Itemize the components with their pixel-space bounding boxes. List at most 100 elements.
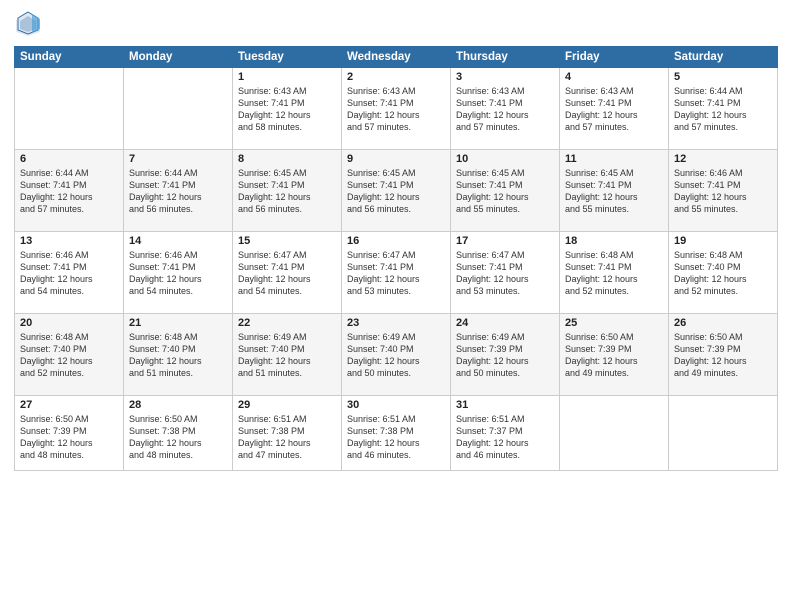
day-number: 16 <box>347 235 445 247</box>
day-info: Sunrise: 6:47 AM Sunset: 7:41 PM Dayligh… <box>347 249 445 298</box>
calendar-cell: 31 Sunrise: 6:51 AM Sunset: 7:37 PM Dayli… <box>451 396 560 471</box>
calendar-cell: 7 Sunrise: 6:44 AM Sunset: 7:41 PM Daylig… <box>124 150 233 232</box>
day-number: 8 <box>238 153 336 165</box>
day-info: Sunrise: 6:49 AM Sunset: 7:40 PM Dayligh… <box>347 331 445 380</box>
day-info: Sunrise: 6:45 AM Sunset: 7:41 PM Dayligh… <box>456 167 554 216</box>
day-info: Sunrise: 6:48 AM Sunset: 7:40 PM Dayligh… <box>674 249 772 298</box>
calendar-cell <box>15 68 124 150</box>
weekday-header: Monday <box>124 47 233 68</box>
calendar-cell: 2 Sunrise: 6:43 AM Sunset: 7:41 PM Daylig… <box>342 68 451 150</box>
logo <box>14 10 44 38</box>
day-info: Sunrise: 6:48 AM Sunset: 7:41 PM Dayligh… <box>565 249 663 298</box>
day-info: Sunrise: 6:50 AM Sunset: 7:39 PM Dayligh… <box>20 413 118 462</box>
logo-icon <box>14 10 42 38</box>
day-number: 24 <box>456 317 554 329</box>
calendar-cell: 28 Sunrise: 6:50 AM Sunset: 7:38 PM Dayli… <box>124 396 233 471</box>
day-number: 17 <box>456 235 554 247</box>
day-number: 29 <box>238 399 336 411</box>
page: SundayMondayTuesdayWednesdayThursdayFrid… <box>0 0 792 612</box>
day-info: Sunrise: 6:51 AM Sunset: 7:37 PM Dayligh… <box>456 413 554 462</box>
day-number: 1 <box>238 71 336 83</box>
calendar-week-row: 27 Sunrise: 6:50 AM Sunset: 7:39 PM Dayli… <box>15 396 778 471</box>
calendar-cell: 5Sunrise: 6:44 AM Sunset: 7:41 PM Daylig… <box>669 68 778 150</box>
calendar-week-row: 20 Sunrise: 6:48 AM Sunset: 7:40 PM Dayli… <box>15 314 778 396</box>
day-number: 19 <box>674 235 772 247</box>
day-number: 3 <box>456 71 554 83</box>
calendar-cell: 14Sunrise: 6:46 AM Sunset: 7:41 PM Dayli… <box>124 232 233 314</box>
day-info: Sunrise: 6:44 AM Sunset: 7:41 PM Dayligh… <box>129 167 227 216</box>
calendar: SundayMondayTuesdayWednesdayThursdayFrid… <box>14 46 778 471</box>
calendar-cell: 4 Sunrise: 6:43 AM Sunset: 7:41 PM Daylig… <box>560 68 669 150</box>
day-number: 9 <box>347 153 445 165</box>
day-number: 15 <box>238 235 336 247</box>
day-info: Sunrise: 6:48 AM Sunset: 7:40 PM Dayligh… <box>129 331 227 380</box>
day-info: Sunrise: 6:50 AM Sunset: 7:39 PM Dayligh… <box>565 331 663 380</box>
calendar-cell: 19 Sunrise: 6:48 AM Sunset: 7:40 PM Dayli… <box>669 232 778 314</box>
calendar-cell: 3 Sunrise: 6:43 AM Sunset: 7:41 PM Daylig… <box>451 68 560 150</box>
day-info: Sunrise: 6:50 AM Sunset: 7:39 PM Dayligh… <box>674 331 772 380</box>
day-info: Sunrise: 6:43 AM Sunset: 7:41 PM Dayligh… <box>565 85 663 134</box>
calendar-cell <box>560 396 669 471</box>
day-info: Sunrise: 6:51 AM Sunset: 7:38 PM Dayligh… <box>347 413 445 462</box>
calendar-week-row: 13Sunrise: 6:46 AM Sunset: 7:41 PM Dayli… <box>15 232 778 314</box>
weekday-header: Thursday <box>451 47 560 68</box>
calendar-cell: 26 Sunrise: 6:50 AM Sunset: 7:39 PM Dayli… <box>669 314 778 396</box>
calendar-cell: 24 Sunrise: 6:49 AM Sunset: 7:39 PM Dayli… <box>451 314 560 396</box>
day-number: 26 <box>674 317 772 329</box>
calendar-cell: 25Sunrise: 6:50 AM Sunset: 7:39 PM Dayli… <box>560 314 669 396</box>
calendar-cell: 12Sunrise: 6:46 AM Sunset: 7:41 PM Dayli… <box>669 150 778 232</box>
day-info: Sunrise: 6:43 AM Sunset: 7:41 PM Dayligh… <box>456 85 554 134</box>
calendar-cell: 22 Sunrise: 6:49 AM Sunset: 7:40 PM Dayli… <box>233 314 342 396</box>
day-number: 6 <box>20 153 118 165</box>
day-info: Sunrise: 6:43 AM Sunset: 7:41 PM Dayligh… <box>347 85 445 134</box>
calendar-cell: 18 Sunrise: 6:48 AM Sunset: 7:41 PM Dayli… <box>560 232 669 314</box>
calendar-cell: 9 Sunrise: 6:45 AM Sunset: 7:41 PM Daylig… <box>342 150 451 232</box>
day-number: 2 <box>347 71 445 83</box>
calendar-cell <box>124 68 233 150</box>
day-number: 12 <box>674 153 772 165</box>
weekday-header: Wednesday <box>342 47 451 68</box>
day-number: 18 <box>565 235 663 247</box>
calendar-cell: 13Sunrise: 6:46 AM Sunset: 7:41 PM Dayli… <box>15 232 124 314</box>
calendar-cell: 17Sunrise: 6:47 AM Sunset: 7:41 PM Dayli… <box>451 232 560 314</box>
day-number: 5 <box>674 71 772 83</box>
calendar-cell: 11 Sunrise: 6:45 AM Sunset: 7:41 PM Dayli… <box>560 150 669 232</box>
day-number: 23 <box>347 317 445 329</box>
day-info: Sunrise: 6:44 AM Sunset: 7:41 PM Dayligh… <box>20 167 118 216</box>
day-info: Sunrise: 6:45 AM Sunset: 7:41 PM Dayligh… <box>565 167 663 216</box>
calendar-cell: 6 Sunrise: 6:44 AM Sunset: 7:41 PM Daylig… <box>15 150 124 232</box>
calendar-cell: 30 Sunrise: 6:51 AM Sunset: 7:38 PM Dayli… <box>342 396 451 471</box>
day-number: 28 <box>129 399 227 411</box>
day-number: 11 <box>565 153 663 165</box>
day-info: Sunrise: 6:43 AM Sunset: 7:41 PM Dayligh… <box>238 85 336 134</box>
day-info: Sunrise: 6:49 AM Sunset: 7:40 PM Dayligh… <box>238 331 336 380</box>
day-info: Sunrise: 6:51 AM Sunset: 7:38 PM Dayligh… <box>238 413 336 462</box>
day-info: Sunrise: 6:47 AM Sunset: 7:41 PM Dayligh… <box>238 249 336 298</box>
day-info: Sunrise: 6:49 AM Sunset: 7:39 PM Dayligh… <box>456 331 554 380</box>
day-number: 20 <box>20 317 118 329</box>
calendar-cell: 23 Sunrise: 6:49 AM Sunset: 7:40 PM Dayli… <box>342 314 451 396</box>
day-number: 22 <box>238 317 336 329</box>
day-number: 13 <box>20 235 118 247</box>
calendar-week-row: 6 Sunrise: 6:44 AM Sunset: 7:41 PM Daylig… <box>15 150 778 232</box>
calendar-cell: 29 Sunrise: 6:51 AM Sunset: 7:38 PM Dayli… <box>233 396 342 471</box>
day-info: Sunrise: 6:45 AM Sunset: 7:41 PM Dayligh… <box>347 167 445 216</box>
calendar-cell: 20Sunrise: 6:48 AM Sunset: 7:40 PM Dayli… <box>15 314 124 396</box>
calendar-cell: 8 Sunrise: 6:45 AM Sunset: 7:41 PM Daylig… <box>233 150 342 232</box>
day-number: 30 <box>347 399 445 411</box>
day-number: 14 <box>129 235 227 247</box>
calendar-cell: 27 Sunrise: 6:50 AM Sunset: 7:39 PM Dayli… <box>15 396 124 471</box>
day-number: 7 <box>129 153 227 165</box>
day-number: 4 <box>565 71 663 83</box>
weekday-header: Saturday <box>669 47 778 68</box>
day-info: Sunrise: 6:45 AM Sunset: 7:41 PM Dayligh… <box>238 167 336 216</box>
calendar-cell: 15 Sunrise: 6:47 AM Sunset: 7:41 PM Dayli… <box>233 232 342 314</box>
day-number: 31 <box>456 399 554 411</box>
calendar-cell <box>669 396 778 471</box>
day-info: Sunrise: 6:50 AM Sunset: 7:38 PM Dayligh… <box>129 413 227 462</box>
calendar-cell: 10Sunrise: 6:45 AM Sunset: 7:41 PM Dayli… <box>451 150 560 232</box>
weekday-header: Sunday <box>15 47 124 68</box>
day-number: 27 <box>20 399 118 411</box>
calendar-week-row: 1 Sunrise: 6:43 AM Sunset: 7:41 PM Daylig… <box>15 68 778 150</box>
weekday-header: Tuesday <box>233 47 342 68</box>
